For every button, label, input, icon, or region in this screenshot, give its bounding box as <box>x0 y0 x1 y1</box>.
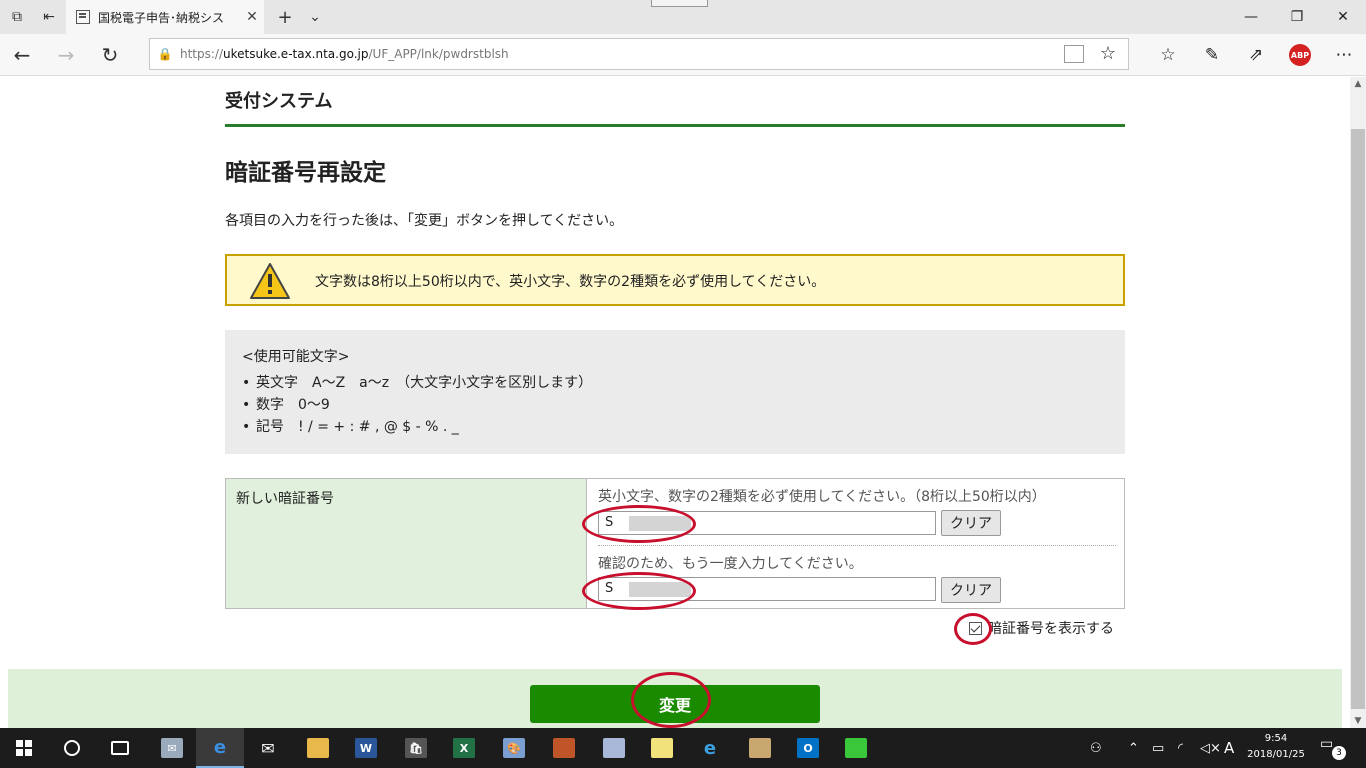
password-hint: 英小文字、数字の2種類を必ず使用してください。（8桁以上50桁以内） <box>598 489 1046 505</box>
green-app-icon[interactable] <box>832 728 880 768</box>
word-icon[interactable]: W <box>342 728 390 768</box>
clock-date: 2018/01/25 <box>1247 749 1305 760</box>
close-tab-icon[interactable]: ✕ <box>240 9 264 25</box>
show-password-checkbox[interactable] <box>969 621 982 635</box>
allowed-characters-heading: <使用可能文字> <box>242 349 350 365</box>
show-password-label: 暗証番号を表示する <box>988 621 1114 637</box>
instruction-text: 各項目の入力を行った後は、「変更」ボタンを押してください。 <box>225 213 624 229</box>
wifi-icon[interactable]: ◜ <box>1178 728 1183 768</box>
internet-explorer-icon[interactable]: e <box>686 728 734 768</box>
windows-logo-icon <box>16 740 32 756</box>
vertical-scrollbar[interactable]: ▲ ▼ <box>1350 77 1366 728</box>
clear-button-2[interactable]: クリア <box>941 577 1001 603</box>
more-menu-icon[interactable]: ⋯ <box>1322 38 1366 72</box>
start-button[interactable] <box>0 728 48 768</box>
toolbox-icon[interactable] <box>540 728 588 768</box>
confirm-password-input[interactable]: S <box>598 577 936 601</box>
restore-icon[interactable]: ❐ <box>1274 0 1320 34</box>
change-submit-button[interactable]: 変更 <box>530 685 820 723</box>
tab-bar: ⧉ ⇤ 国税電子申告･納税シス ✕ + ⌄ — ❐ ✕ <box>0 0 1366 34</box>
taskbar: ✉ e ✉ W 🛍 X 🎨 e O ⚇ ⌃ ▭ ◜ ◁× A 9:54 2018… <box>0 728 1366 768</box>
redaction-mask <box>629 582 691 597</box>
browser-tab[interactable]: 国税電子申告･納税シス ✕ <box>66 0 264 34</box>
header-divider <box>225 124 1125 127</box>
new-password-input[interactable]: S <box>598 511 936 535</box>
list-item: 数字 0～9 <box>242 394 1108 416</box>
image-viewer-icon[interactable] <box>736 728 784 768</box>
confirm-hint: 確認のため、もう一度入力してください。 <box>598 556 863 572</box>
tab-preview-chevron-icon[interactable]: ⌄ <box>298 0 332 34</box>
url-path: /UF_APP/lnk/pwdrstblsh <box>368 47 509 61</box>
store-icon[interactable]: 🛍 <box>392 728 440 768</box>
url-host: uketsuke.e-tax.nta.go.jp <box>223 47 369 61</box>
forward-icon[interactable]: → <box>46 38 86 72</box>
task-view-icon[interactable] <box>96 728 144 768</box>
url-field[interactable]: 🔒 https:// uketsuke.e-tax.nta.go.jp /UF_… <box>149 38 1129 70</box>
cortana-icon[interactable] <box>48 728 96 768</box>
excel-icon[interactable]: X <box>440 728 488 768</box>
warning-text: 文字数は8桁以上50桁以内で、英小文字、数字の2種類を必ず使用してください。 <box>315 274 826 290</box>
outlook-icon[interactable]: O <box>784 728 832 768</box>
warning-triangle-icon <box>250 263 290 299</box>
field-divider <box>598 545 1116 546</box>
notification-badge: 3 <box>1332 746 1346 760</box>
back-icon[interactable]: ← <box>2 38 42 72</box>
address-bar: ← → ↻ 🔒 https:// uketsuke.e-tax.nta.go.j… <box>0 34 1366 76</box>
minimize-icon[interactable]: — <box>1228 0 1274 34</box>
edge-taskbar-icon[interactable]: e <box>196 728 244 768</box>
new-tab-icon[interactable]: + <box>268 0 302 34</box>
new-password-label: 新しい暗証番号 <box>226 479 587 608</box>
set-aside-tabs-icon[interactable]: ⇤ <box>32 0 66 34</box>
favorite-star-icon[interactable]: ☆ <box>1100 43 1116 64</box>
scroll-down-icon[interactable]: ▼ <box>1350 716 1366 726</box>
allowed-characters-list: 英文字 A～Z a～z （大文字小文字を区別します） 数字 0～9 記号 ! /… <box>242 372 1108 438</box>
clear-button-1[interactable]: クリア <box>941 510 1001 536</box>
page-favicon-icon <box>76 10 90 24</box>
lock-icon: 🔒 <box>157 47 173 61</box>
web-note-pen-icon[interactable]: ✎ <box>1190 38 1234 72</box>
scroll-thumb[interactable] <box>1351 129 1365 709</box>
close-window-icon[interactable]: ✕ <box>1320 0 1366 34</box>
site-title: 受付システム <box>225 91 333 112</box>
reading-view-icon[interactable] <box>1064 45 1084 63</box>
clock-time: 9:54 <box>1264 733 1288 744</box>
redaction-mask <box>629 516 691 531</box>
page-content: 受付システム 暗証番号再設定 各項目の入力を行った後は、「変更」ボタンを押してく… <box>0 77 1350 728</box>
refresh-icon[interactable]: ↻ <box>90 38 130 72</box>
taskbar-clock[interactable]: 9:54 2018/01/25 <box>1244 731 1308 763</box>
file-explorer-icon[interactable] <box>294 728 342 768</box>
title-grip <box>651 0 708 7</box>
share-icon[interactable]: ⇗ <box>1234 38 1278 72</box>
people-icon[interactable]: ⚇ <box>1090 728 1102 768</box>
volume-icon[interactable]: ◁× <box>1200 728 1221 768</box>
paint-icon[interactable]: 🎨 <box>490 728 538 768</box>
warning-box: 文字数は8桁以上50桁以内で、英小文字、数字の2種類を必ず使用してください。 <box>225 254 1125 306</box>
action-center-icon[interactable]: ▭ 3 <box>1320 736 1346 760</box>
url-protocol: https:// <box>180 47 224 61</box>
scroll-up-icon[interactable]: ▲ <box>1350 79 1366 89</box>
battery-icon[interactable]: ▭ <box>1152 728 1164 768</box>
tabs-aside-icon[interactable]: ⧉ <box>0 0 34 34</box>
tab-title: 国税電子申告･納税シス <box>98 10 225 25</box>
adblock-plus-icon[interactable]: ABP <box>1278 38 1322 72</box>
sticky-notes-icon[interactable] <box>638 728 686 768</box>
show-hidden-icons-icon[interactable]: ⌃ <box>1128 728 1139 768</box>
favorites-hub-icon[interactable]: ☆ <box>1146 38 1190 72</box>
page-title: 暗証番号再設定 <box>225 160 386 186</box>
paint-palette-icon[interactable] <box>590 728 638 768</box>
mail-envelope-icon[interactable]: ✉ <box>244 728 292 768</box>
list-item: 英文字 A～Z a～z （大文字小文字を区別します） <box>242 372 1108 394</box>
mail-app-icon[interactable]: ✉ <box>148 728 196 768</box>
allowed-characters-box: <使用可能文字> 英文字 A～Z a～z （大文字小文字を区別します） 数字 0… <box>225 330 1125 454</box>
show-password-toggle[interactable]: 暗証番号を表示する <box>969 618 1114 638</box>
password-form-table: 新しい暗証番号 英小文字、数字の2種類を必ず使用してください。（8桁以上50桁以… <box>225 478 1125 609</box>
password-input-cell: 英小文字、数字の2種類を必ず使用してください。（8桁以上50桁以内） S クリア… <box>588 479 1124 608</box>
ime-indicator[interactable]: A <box>1224 728 1234 768</box>
list-item: 記号 ! / = + : # , @ $ - % . _ <box>242 416 1108 438</box>
